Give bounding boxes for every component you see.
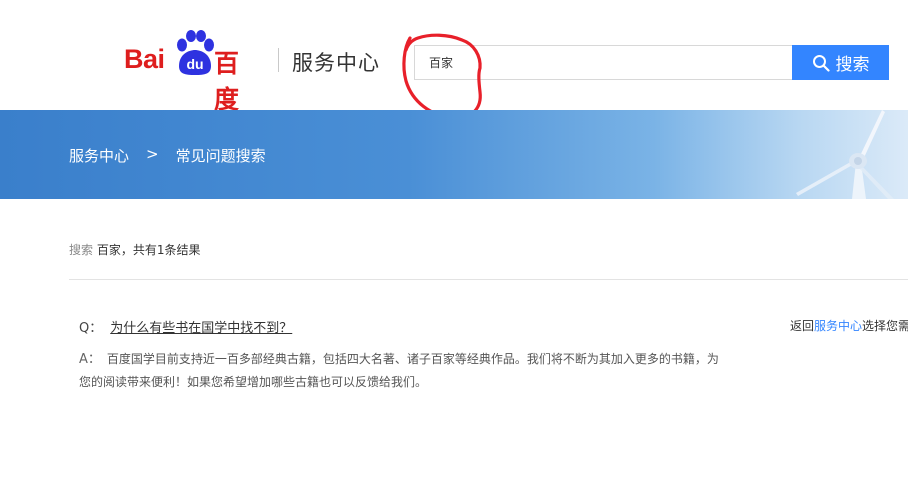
breadcrumb-home[interactable]: 服务中心 — [69, 145, 129, 166]
baidu-paw-icon: du — [177, 30, 214, 75]
logo-du: du — [186, 56, 203, 72]
faq-answer-text: 百度国学目前支持近一百多部经典古籍，包括四大名著、诸子百家等经典作品。我们将不断… — [79, 352, 719, 389]
header-divider — [278, 48, 279, 72]
breadcrumb-separator: > — [146, 145, 159, 163]
divider-line — [69, 279, 908, 280]
search-box — [414, 45, 793, 80]
faq-item: Q： 为什么有些书在国学中找不到？ A： 百度国学目前支持近一百多部经典古籍，包括四… — [79, 317, 729, 393]
result-summary: 搜索 百家，共有1条结果 — [69, 241, 201, 258]
question-prefix: Q： — [79, 321, 103, 336]
header: Bai du 百度 服务中心 搜索 — [0, 0, 908, 120]
banner: 服务中心 > 常见问题搜索 — [0, 110, 908, 199]
service-center-title: 服务中心 — [292, 51, 380, 75]
result-keyword: 百家 — [96, 243, 121, 257]
search-button-label: 搜索 — [835, 55, 870, 75]
search-input[interactable] — [415, 46, 789, 79]
faq-answer-row: A： 百度国学目前支持近一百多部经典古籍，包括四大名著、诸子百家等经典作品。我们将… — [79, 348, 729, 393]
logo-chinese: 百度 — [214, 49, 240, 114]
search-button[interactable]: 搜索 — [792, 45, 889, 80]
faq-question-link[interactable]: 为什么有些书在国学中找不到？ — [110, 321, 292, 336]
back-text-after: 选择您需 — [862, 319, 908, 333]
answer-prefix: A： — [79, 352, 101, 367]
result-prefix: 搜索 — [69, 243, 94, 257]
breadcrumb-current: 常见问题搜索 — [175, 147, 266, 165]
back-to-service-center: 返回服务中心选择您需 — [790, 317, 908, 334]
back-text-before: 返回 — [790, 319, 815, 333]
search-icon — [812, 54, 830, 72]
wind-turbine-illustration — [796, 110, 894, 199]
breadcrumb: 服务中心 > 常见问题搜索 — [69, 145, 266, 166]
service-center-link[interactable]: 服务中心 — [814, 319, 862, 333]
logo-latin: Bai — [124, 44, 165, 74]
faq-question-row: Q： 为什么有些书在国学中找不到？ — [79, 317, 729, 336]
result-count: ，共有1条结果 — [120, 243, 201, 257]
